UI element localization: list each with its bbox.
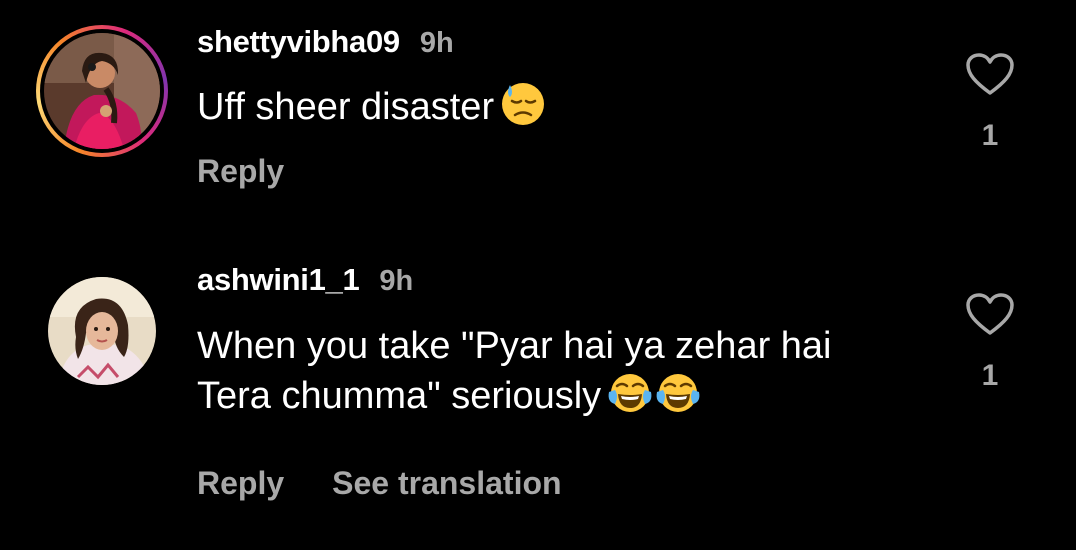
comment-line: Tera chumma" seriously bbox=[197, 375, 602, 417]
like-count: 1 bbox=[981, 119, 999, 152]
username[interactable]: ashwini1_1 bbox=[197, 262, 360, 298]
heart-icon[interactable] bbox=[965, 292, 1015, 341]
like-area: 1 bbox=[960, 292, 1020, 393]
comment-line: When you take "Pyar hai ya zehar hai bbox=[197, 325, 832, 367]
comment-item: shettyvibha09 9h Uff sheer disaster Repl… bbox=[0, 0, 1076, 220]
comment-item: ashwini1_1 9h When you take "Pyar hai ya… bbox=[0, 240, 1076, 550]
comment-line: Uff sheer disaster bbox=[197, 86, 495, 128]
avatar[interactable] bbox=[36, 25, 168, 157]
reply-button[interactable]: Reply bbox=[197, 153, 284, 190]
comment-text: Uff sheer disaster bbox=[197, 81, 546, 139]
comment-text: When you take "Pyar hai ya zehar hai Ter… bbox=[197, 322, 832, 428]
avatar[interactable] bbox=[48, 277, 156, 385]
username[interactable]: shettyvibha09 bbox=[197, 24, 400, 60]
see-translation-button[interactable]: See translation bbox=[332, 465, 561, 502]
comment-header: ashwini1_1 9h bbox=[197, 262, 413, 298]
comment-actions: Reply See translation bbox=[197, 465, 610, 502]
downcast-face-with-sweat-icon bbox=[500, 81, 546, 139]
face-with-tears-of-joy-icon bbox=[607, 370, 653, 428]
timestamp: 9h bbox=[419, 27, 454, 59]
heart-icon[interactable] bbox=[965, 52, 1015, 101]
comment-actions: Reply bbox=[197, 153, 332, 190]
comment-header: shettyvibha09 9h bbox=[197, 24, 454, 60]
avatar-image bbox=[44, 33, 160, 149]
like-count: 1 bbox=[981, 359, 999, 392]
timestamp: 9h bbox=[379, 265, 414, 297]
like-area: 1 bbox=[960, 52, 1020, 153]
avatar-image bbox=[48, 277, 156, 385]
face-with-tears-of-joy-icon bbox=[655, 370, 701, 428]
reply-button[interactable]: Reply bbox=[197, 465, 284, 502]
